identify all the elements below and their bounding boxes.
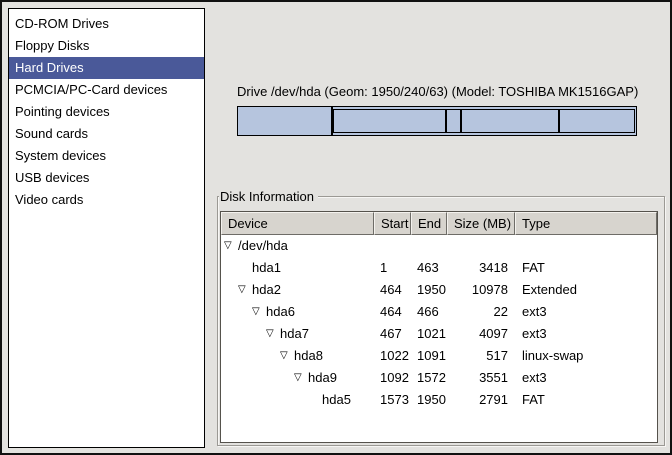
cell-type: ext3 — [515, 301, 657, 323]
sidebar-item-video-cards[interactable]: Video cards — [9, 189, 204, 211]
cell-end: 463 — [411, 257, 447, 279]
cell-end: 1950 — [411, 279, 447, 301]
cell-start: 1573 — [374, 389, 411, 411]
cell-size: 4097 — [447, 323, 515, 345]
tree-expander-open-icon[interactable]: ▽ — [280, 345, 294, 367]
cell-size: 3418 — [447, 257, 515, 279]
column-header-type[interactable]: Type — [515, 212, 657, 235]
column-header-size-mb-[interactable]: Size (MB) — [447, 212, 515, 235]
cell-type — [515, 235, 657, 257]
cell-start: 464 — [374, 301, 411, 323]
device-name: hda5 — [322, 389, 351, 411]
device-name: hda1 — [252, 257, 281, 279]
cell-size: 517 — [447, 345, 515, 367]
column-header-device[interactable]: Device — [221, 212, 374, 235]
device-category-list: CD-ROM DrivesFloppy DisksHard DrivesPCMC… — [8, 8, 205, 448]
cell-end: 1950 — [411, 389, 447, 411]
device-name: hda2 — [252, 279, 281, 301]
cell-size: 3551 — [447, 367, 515, 389]
device-name: hda8 — [294, 345, 323, 367]
drive-title: Drive /dev/hda (Geom: 1950/240/63) (Mode… — [237, 84, 637, 99]
sidebar-item-pointing-devices[interactable]: Pointing devices — [9, 101, 204, 123]
hardware-browser-window: CD-ROM DrivesFloppy DisksHard DrivesPCMC… — [0, 0, 672, 455]
cell-type: linux-swap — [515, 345, 657, 367]
tree-expander-open-icon[interactable]: ▽ — [238, 279, 252, 301]
sidebar-item-hard-drives[interactable]: Hard Drives — [9, 57, 204, 79]
table-row-hda6[interactable]: ▽hda6 46446622ext3 — [221, 301, 657, 323]
cell-end: 1572 — [411, 367, 447, 389]
cell-end — [411, 235, 447, 257]
partition-segment-hda1 — [237, 106, 332, 136]
device-name: hda7 — [280, 323, 309, 345]
cell-type: ext3 — [515, 323, 657, 345]
cell-type: Extended — [515, 279, 657, 301]
cell-start: 467 — [374, 323, 411, 345]
sidebar-item-floppy-disks[interactable]: Floppy Disks — [9, 35, 204, 57]
partition-segment-hda9 — [461, 109, 560, 133]
table-header-row: DeviceStartEndSize (MB)Type — [221, 212, 657, 235]
table-row--dev-hda[interactable]: ▽/dev/hda — [221, 235, 657, 257]
cell-start: 1022 — [374, 345, 411, 367]
sidebar-item-pcmcia-pc-card-devices[interactable]: PCMCIA/PC-Card devices — [9, 79, 204, 101]
sidebar-item-usb-devices[interactable]: USB devices — [9, 167, 204, 189]
cell-end: 1091 — [411, 345, 447, 367]
partition-bar — [237, 106, 637, 136]
device-name: /dev/hda — [238, 235, 288, 257]
table-row-hda9[interactable]: ▽hda9 109215723551ext3 — [221, 367, 657, 389]
table-row-hda2[interactable]: ▽hda2 464195010978Extended — [221, 279, 657, 301]
sidebar-item-sound-cards[interactable]: Sound cards — [9, 123, 204, 145]
tree-expander-open-icon[interactable]: ▽ — [252, 301, 266, 323]
cell-start: 1 — [374, 257, 411, 279]
device-name: hda6 — [266, 301, 295, 323]
table-row-hda5[interactable]: hda5 157319502791FAT — [221, 389, 657, 411]
cell-end: 1021 — [411, 323, 447, 345]
cell-start: 1092 — [374, 367, 411, 389]
table-body: ▽/dev/hdahda114633418FAT▽hda246419501097… — [221, 235, 657, 411]
table-row-hda7[interactable]: ▽hda7 46710214097ext3 — [221, 323, 657, 345]
partition-segment-hda7 — [333, 109, 447, 133]
cell-size: 2791 — [447, 389, 515, 411]
disk-information-frame: Disk Information DeviceStartEndSize (MB)… — [217, 196, 665, 446]
cell-end: 466 — [411, 301, 447, 323]
tree-expander-open-icon[interactable]: ▽ — [294, 367, 308, 389]
column-header-start[interactable]: Start — [374, 212, 411, 235]
column-header-end[interactable]: End — [411, 212, 447, 235]
cell-type: FAT — [515, 257, 657, 279]
table-row-hda1[interactable]: hda1 14633418FAT — [221, 257, 657, 279]
table-row-hda8[interactable]: ▽hda8 10221091517linux-swap — [221, 345, 657, 367]
cell-start — [374, 235, 411, 257]
device-name: hda9 — [308, 367, 337, 389]
cell-type: ext3 — [515, 367, 657, 389]
cell-size: 22 — [447, 301, 515, 323]
cell-size — [447, 235, 515, 257]
cell-type: FAT — [515, 389, 657, 411]
tree-expander-open-icon[interactable]: ▽ — [266, 323, 280, 345]
cell-start: 464 — [374, 279, 411, 301]
cell-size: 10978 — [447, 279, 515, 301]
disk-information-table: DeviceStartEndSize (MB)Type ▽/dev/hdahda… — [220, 211, 658, 443]
sidebar-item-system-devices[interactable]: System devices — [9, 145, 204, 167]
partition-segment-hda5 — [559, 109, 635, 133]
sidebar-item-cd-rom-drives[interactable]: CD-ROM Drives — [9, 13, 204, 35]
tree-expander-open-icon[interactable]: ▽ — [224, 235, 238, 257]
partition-segment-hda8 — [446, 109, 460, 133]
disk-information-label: Disk Information — [219, 189, 318, 204]
